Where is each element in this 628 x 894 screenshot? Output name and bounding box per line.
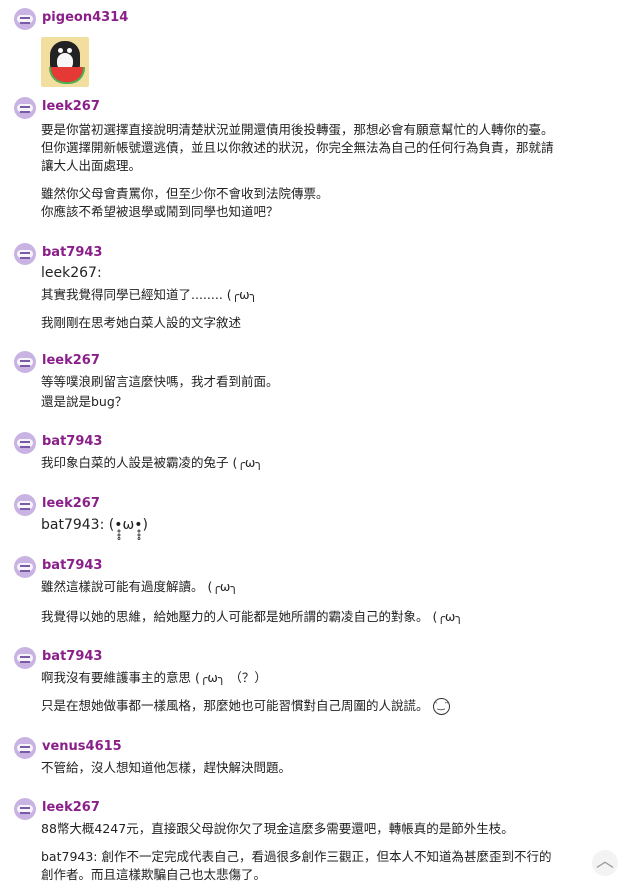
comment-text: 啊我沒有要維護事主的意思 (╭ω╮ （？） [41, 670, 267, 685]
avatar-icon[interactable] [14, 737, 36, 759]
avatar-icon[interactable] [14, 432, 36, 454]
comment-text: 只是在想她做事都一樣風格，那麼她也可能習慣對自己周圍的人說謊。 [41, 698, 429, 713]
comment-text: 其實我覺得同學已經知道了........ (╭ω╮ [41, 287, 258, 302]
username-link[interactable]: bat7943 [42, 245, 102, 260]
comment-text: bat7943: (•̥̥̥ω•̥̥̥) [41, 517, 148, 533]
comment-text: 我剛剛在思考她白菜人設的文字敘述 [41, 315, 242, 330]
avatar-icon[interactable] [14, 494, 36, 516]
username-link[interactable]: leek267 [42, 353, 100, 368]
comment-text: 88幣大概4247元，直接跟父母說你欠了現金這麼多需要還吧，轉帳真的是節外生枝。 [41, 821, 514, 836]
username-link[interactable]: pigeon4314 [42, 10, 128, 25]
avatar-icon[interactable] [14, 351, 36, 373]
username-link[interactable]: venus4615 [42, 739, 122, 754]
comment-text: bat7943: 創作不一定完成代表自己，看過很多創作三觀正，但本人不知道為甚麼… [41, 849, 552, 864]
comment-text: 要是你當初選擇直接說明清楚狀況並開還債用後投轉蛋，那想必會有願意幫忙的人轉你的臺… [41, 122, 554, 137]
username-link[interactable]: bat7943 [42, 649, 102, 664]
avatar-icon[interactable] [14, 647, 36, 669]
comment-text: 只是在想她做事都一樣風格，那麼她也可能習慣對自己周圍的人說謊。 ᵔ‿ᵔ [41, 697, 450, 715]
username-link[interactable]: bat7943 [42, 434, 102, 449]
comment-text: 你應該不希望被退學或鬧到同學也知道吧？ [41, 204, 279, 219]
comment-text: 不管給，沒人想知道他怎樣，趕快解決問題。 [41, 760, 292, 775]
username-link[interactable]: leek267 [42, 99, 100, 114]
comment-text: leek267: [41, 265, 102, 281]
smile-emoji-icon: ᵔ‿ᵔ [432, 698, 450, 715]
username-link[interactable]: bat7943 [42, 558, 102, 573]
comment-text: 我覺得以她的思維，給她壓力的人可能都是她所謂的霸凌自己的對象。 (╭ω╮ [41, 609, 463, 624]
penguin-watermelon-sticker [41, 37, 89, 87]
comment-text: 創作者。而且這樣欺騙自己也太悲傷了。 [41, 867, 267, 882]
comment-text: 但你選擇開新帳號還逃債，並且以你敘述的狀況，你完全無法為自己的任何行為負責，那就… [41, 140, 554, 155]
comment-text: 還是說是bug？ [41, 394, 128, 409]
avatar-icon[interactable] [14, 8, 36, 30]
comment-text: 讓大人出面處理。 [41, 158, 142, 173]
comment-text: 雖然這樣說可能有過度解讀。 (╭ω╮ [41, 579, 238, 594]
avatar-icon[interactable] [14, 243, 36, 265]
username-link[interactable]: leek267 [42, 800, 100, 815]
avatar-icon[interactable] [14, 97, 36, 119]
username-link[interactable]: leek267 [42, 496, 100, 511]
chevron-up-icon[interactable]: ︿ [592, 850, 618, 876]
avatar-icon[interactable] [14, 556, 36, 578]
avatar-icon[interactable] [14, 798, 36, 820]
comment-text: 雖然你父母會責罵你，但至少你不會收到法院傳票。 [41, 186, 329, 201]
comment-text: 等等噗浪刷留言這麼快嗎，我才看到前面。 [41, 374, 279, 389]
comment-text: 我印象白菜的人設是被霸凌的兔子 (╭ω╮ [41, 455, 263, 470]
